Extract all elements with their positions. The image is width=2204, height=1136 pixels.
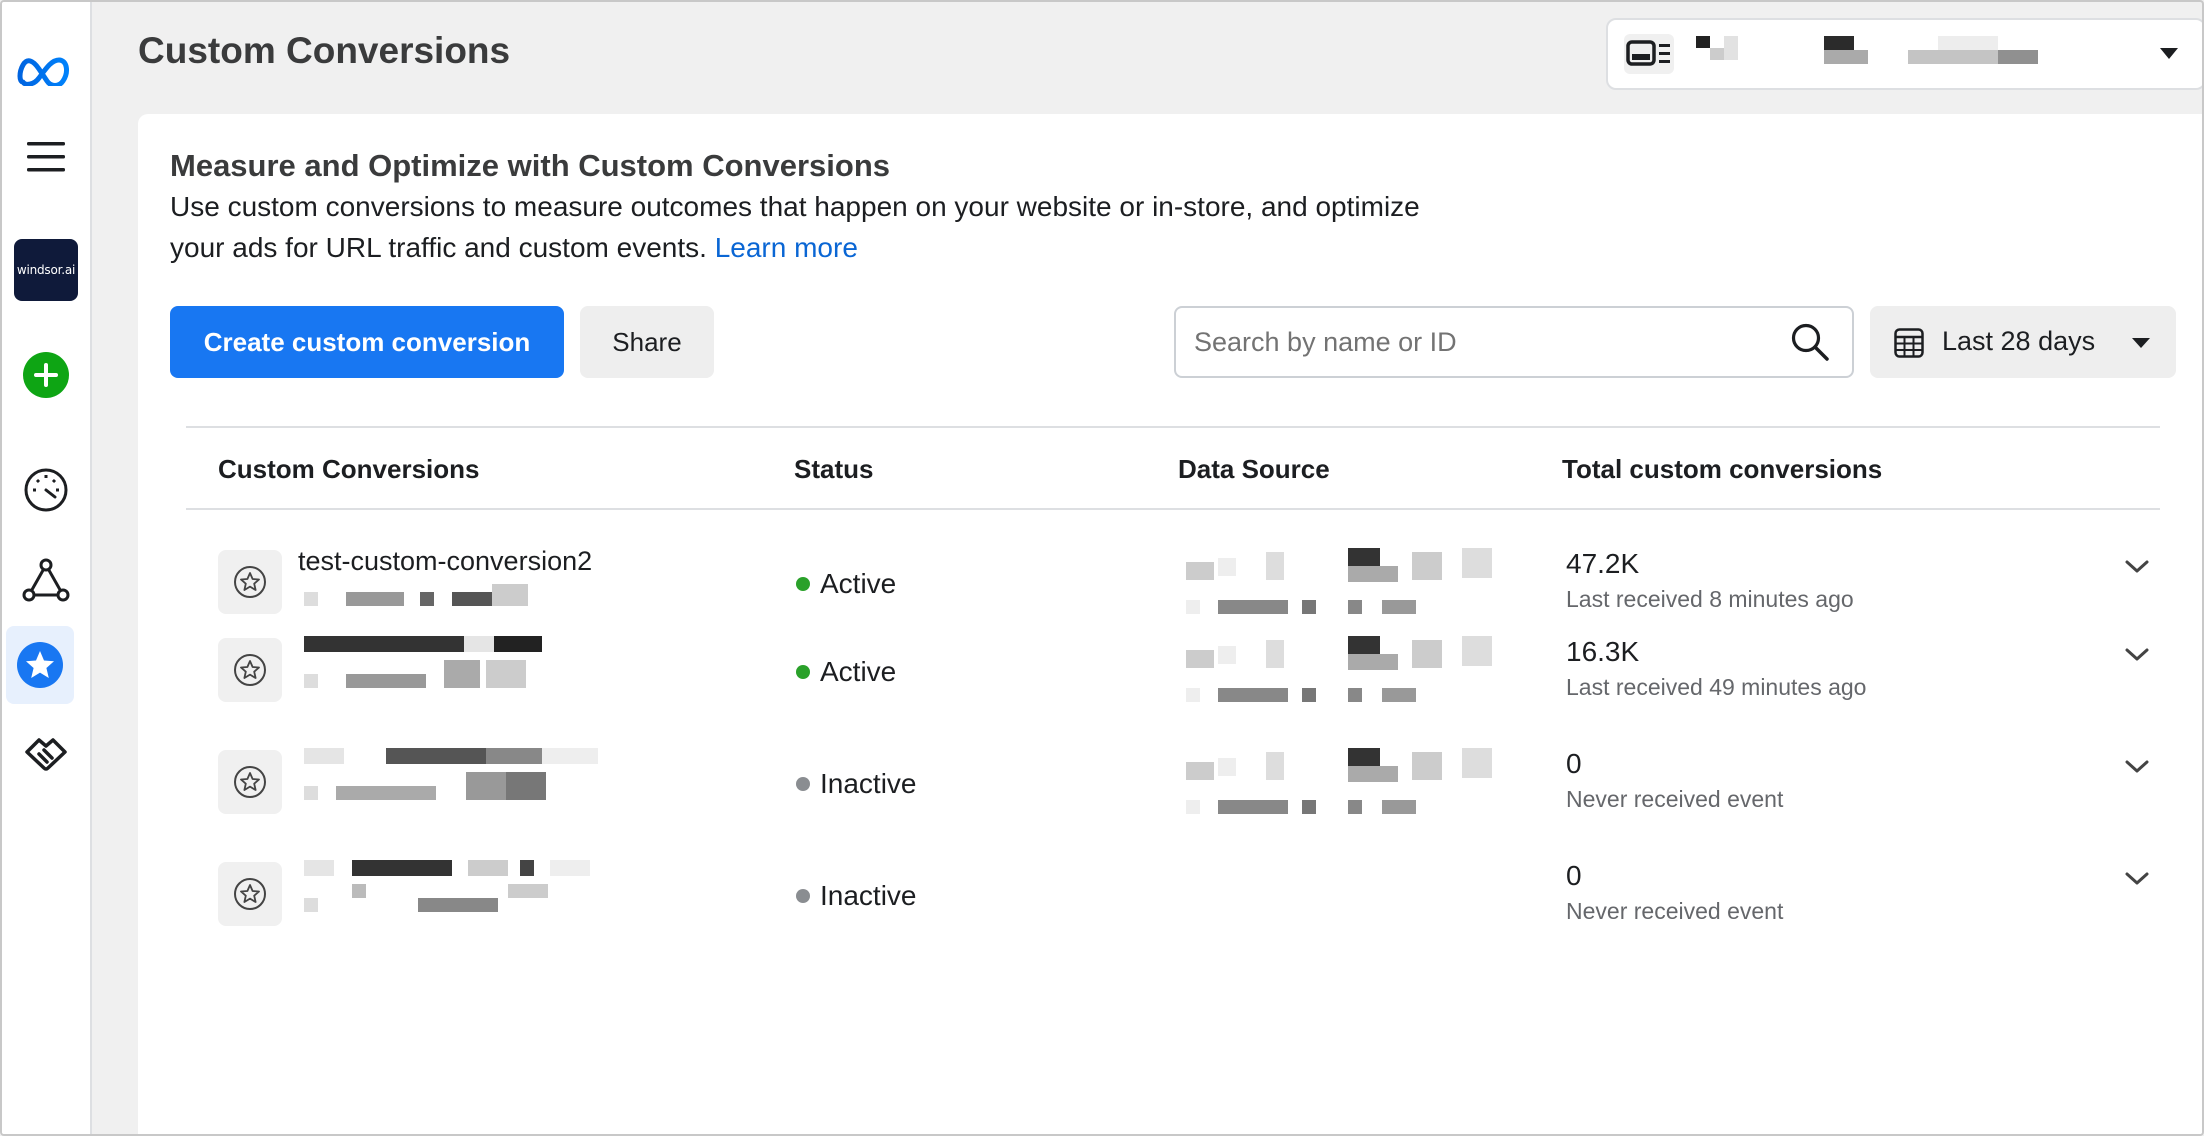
- last-received-text: Never received event: [1566, 898, 1784, 924]
- expand-chevron-icon[interactable]: [2124, 758, 2150, 781]
- meta-logo-icon[interactable]: [2, 42, 90, 100]
- column-header-name[interactable]: Custom Conversions: [218, 454, 480, 485]
- brand-tile[interactable]: windsor.ai: [2, 238, 90, 302]
- caret-down-icon: [2132, 338, 2150, 348]
- app-window: windsor.ai Custom Conversions Measure an…: [0, 0, 2204, 1136]
- ad-account-selector[interactable]: [1606, 18, 2202, 90]
- conversion-name[interactable]: test-custom-conversion2: [298, 546, 592, 577]
- last-received-text: Never received event: [1566, 786, 1784, 812]
- expand-chevron-icon[interactable]: [2124, 558, 2150, 581]
- last-received-text: Last received 8 minutes ago: [1566, 586, 1854, 612]
- partnership-icon[interactable]: [2, 726, 90, 782]
- table-header: Custom Conversions Status Data Source To…: [186, 426, 2160, 510]
- create-custom-conversion-button[interactable]: Create custom conversion: [170, 306, 564, 378]
- date-range-picker[interactable]: Last 28 days: [1870, 306, 2176, 378]
- section-description: Use custom conversions to measure outcom…: [170, 186, 1470, 268]
- learn-more-link[interactable]: Learn more: [715, 232, 858, 263]
- status-badge: Active: [796, 656, 896, 688]
- menu-icon[interactable]: [2, 132, 90, 182]
- network-icon[interactable]: [2, 552, 90, 608]
- status-dot-inactive: [796, 777, 810, 791]
- status-text: Active: [820, 656, 897, 687]
- status-badge: Inactive: [796, 768, 917, 800]
- date-range-label: Last 28 days: [1942, 326, 2096, 356]
- page-title: Custom Conversions: [138, 30, 511, 71]
- table-row[interactable]: Inactive 0 Never received event: [186, 846, 2160, 958]
- status-badge: Active: [796, 568, 896, 600]
- conversion-star-icon: [218, 638, 282, 702]
- search-box: [1174, 306, 1854, 378]
- total-conversions-value: 0: [1566, 748, 1582, 779]
- chevron-down-icon: [2160, 48, 2178, 59]
- left-sidebar: windsor.ai: [2, 2, 92, 1134]
- table-row[interactable]: Inactive 0 Never received event: [186, 734, 2160, 846]
- total-conversions-value: 0: [1566, 860, 1582, 891]
- conversion-star-icon: [218, 550, 282, 614]
- conversion-star-icon: [218, 750, 282, 814]
- search-icon[interactable]: [1790, 322, 1830, 367]
- expand-chevron-icon[interactable]: [2124, 646, 2150, 669]
- conversions-table: Custom Conversions Status Data Source To…: [186, 426, 2160, 958]
- section-heading: Measure and Optimize with Custom Convers…: [170, 148, 891, 183]
- expand-chevron-icon[interactable]: [2124, 870, 2150, 893]
- search-input[interactable]: [1194, 308, 1774, 376]
- status-dot-active: [796, 577, 810, 591]
- table-row[interactable]: test-custom-conversion2 Active 47.2K Las…: [186, 510, 2160, 622]
- status-text: Inactive: [820, 880, 917, 911]
- table-row[interactable]: Active 16.3K Last received 49 minutes ag…: [186, 622, 2160, 734]
- status-badge: Inactive: [796, 880, 917, 912]
- column-header-total[interactable]: Total custom conversions: [1562, 454, 1882, 485]
- dashboard-gauge-icon[interactable]: [2, 464, 90, 516]
- status-text: Active: [820, 568, 897, 599]
- status-text: Inactive: [820, 768, 917, 799]
- total-conversions-value: 16.3K: [1566, 636, 1640, 667]
- column-header-status[interactable]: Status: [794, 454, 873, 485]
- brand-tile-text: windsor.ai: [14, 239, 78, 301]
- last-received-text: Last received 49 minutes ago: [1566, 674, 1867, 700]
- main-card: Measure and Optimize with Custom Convers…: [138, 114, 2202, 1134]
- column-header-data-source[interactable]: Data Source: [1178, 454, 1330, 485]
- total-conversions-value: 47.2K: [1566, 548, 1640, 579]
- ad-account-icon: [1624, 34, 1674, 74]
- share-button[interactable]: Share: [580, 306, 714, 378]
- create-plus-icon[interactable]: [2, 350, 90, 400]
- star-icon[interactable]: [6, 626, 74, 704]
- conversion-star-icon: [218, 862, 282, 926]
- status-dot-inactive: [796, 889, 810, 903]
- calendar-icon: [1894, 328, 1924, 363]
- status-dot-active: [796, 665, 810, 679]
